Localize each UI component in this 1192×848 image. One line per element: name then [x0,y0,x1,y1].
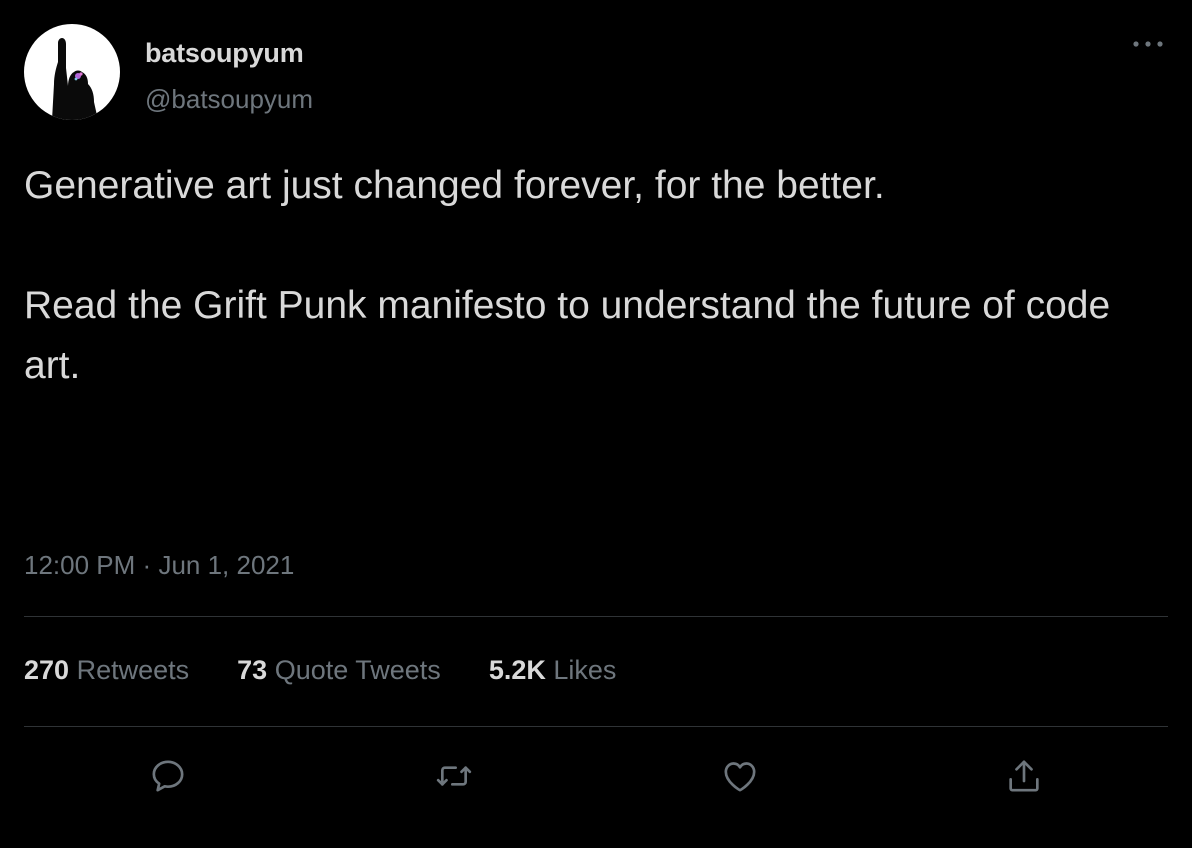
tweet-time[interactable]: 12:00 PM [24,550,135,580]
share-icon [1009,760,1039,792]
likes-label: Likes [553,655,617,685]
tweet-paragraph: Read the Grift Punk manifesto to underst… [24,284,1111,387]
meta-separator: · [142,550,152,580]
retweet-icon [436,766,472,786]
retweets-count: 270 [24,655,70,685]
heart-icon [724,762,756,792]
more-dots-icon [1133,41,1163,47]
raised-fist-silhouette-icon [52,38,98,120]
tweet-card: batsoupyum @batsoupyum Generative art ju… [0,0,1192,848]
quote-tweets-label: Quote Tweets [274,655,441,685]
divider [24,616,1168,617]
share-button[interactable] [1000,752,1048,800]
tweet-date[interactable]: Jun 1, 2021 [158,550,294,580]
reply-icon [152,760,184,792]
tweet-timestamp: 12:00 PM · Jun 1, 2021 [24,550,294,581]
more-options-button[interactable] [1128,32,1168,56]
retweets-label: Retweets [76,655,190,685]
quote-tweets-count: 73 [237,655,268,685]
user-handle[interactable]: @batsoupyum [145,84,313,115]
tweet-paragraph: Generative art just changed forever, for… [24,164,885,207]
engagement-stats: 270 Retweets 73 Quote Tweets 5.2K Likes [24,655,664,686]
retweet-button[interactable] [430,752,478,800]
divider [24,726,1168,727]
tweet-text: Generative art just changed forever, for… [24,156,1174,396]
display-name[interactable]: batsoupyum [145,38,304,69]
reply-button[interactable] [144,752,192,800]
like-button[interactable] [716,752,764,800]
quote-tweets-stat[interactable]: 73 Quote Tweets [237,655,441,686]
retweets-stat[interactable]: 270 Retweets [24,655,189,686]
likes-count: 5.2K [488,655,546,685]
likes-stat[interactable]: 5.2K Likes [489,655,617,686]
avatar[interactable] [24,24,120,120]
